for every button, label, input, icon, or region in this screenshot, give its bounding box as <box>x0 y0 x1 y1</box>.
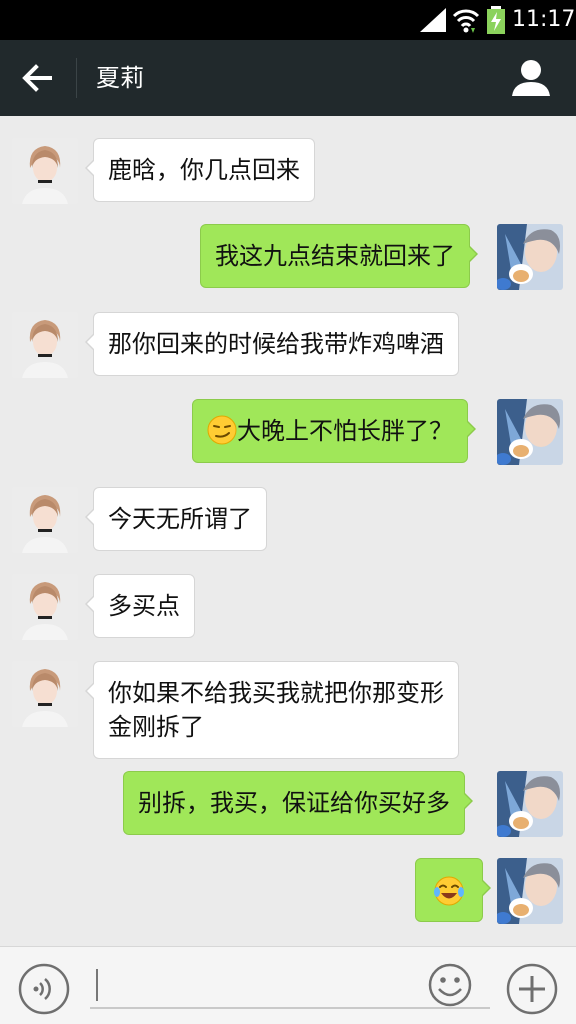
signal-icon <box>420 8 446 32</box>
message-bubble[interactable]: 大晚上不怕长胖了？ <box>192 399 476 463</box>
message-text: 今天无所谓了 <box>108 505 252 533</box>
my-avatar[interactable] <box>497 399 563 465</box>
plus-icon[interactable] <box>506 963 558 1015</box>
smiley-icon[interactable] <box>428 963 472 1007</box>
text-caret <box>96 969 98 1001</box>
chat-title: 夏莉 <box>96 64 144 92</box>
friend-avatar[interactable] <box>12 487 78 553</box>
message-text-line: 金刚拆了 <box>108 713 204 741</box>
header-divider <box>76 58 77 98</box>
status-bar: 11:17 <box>0 0 576 40</box>
friend-avatar[interactable] <box>12 574 78 640</box>
wifi-icon <box>452 9 480 33</box>
chat-header: 夏莉 <box>0 40 576 116</box>
message-bubble[interactable]: 今天无所谓了 <box>85 487 267 551</box>
message-bubble[interactable]: 别拆，我买，保证给你买好多 <box>123 771 473 835</box>
battery-charging-icon <box>487 6 505 34</box>
friend-avatar[interactable] <box>12 661 78 727</box>
my-avatar[interactable] <box>497 858 563 924</box>
friend-avatar[interactable] <box>12 138 78 204</box>
status-time: 11:17 <box>512 7 576 32</box>
message-bubble[interactable]: 我这九点结束就回来了 <box>200 224 478 288</box>
message-text: 我这九点结束就回来了 <box>215 242 455 270</box>
person-icon[interactable] <box>510 58 552 98</box>
my-avatar[interactable] <box>497 224 563 290</box>
my-avatar[interactable] <box>497 771 563 837</box>
input-bar <box>0 946 576 1024</box>
message-bubble[interactable]: 多买点 <box>85 574 195 638</box>
message-text: 那你回来的时候给我带炸鸡啤酒 <box>108 330 444 358</box>
friend-avatar[interactable] <box>12 312 78 378</box>
message-text: 鹿晗，你几点回来 <box>108 156 300 184</box>
message-bubble[interactable]: 那你回来的时候给我带炸鸡啤酒 <box>85 312 459 376</box>
tears-of-joy-emoji <box>434 876 464 906</box>
back-arrow-icon[interactable] <box>20 60 56 96</box>
message-bubble[interactable] <box>415 858 491 922</box>
smirk-emoji <box>207 415 237 445</box>
voice-icon[interactable] <box>18 963 70 1015</box>
message-bubble[interactable]: 你如果不给我买我就把你那变形 金刚拆了 <box>85 661 459 759</box>
message-text-line: 你如果不给我买我就把你那变形 <box>108 679 444 707</box>
message-text: 大晚上不怕长胖了？ <box>237 417 453 445</box>
message-text: 多买点 <box>108 592 180 620</box>
message-text: 别拆，我买，保证给你买好多 <box>138 789 450 817</box>
message-bubble[interactable]: 鹿晗，你几点回来 <box>85 138 315 202</box>
